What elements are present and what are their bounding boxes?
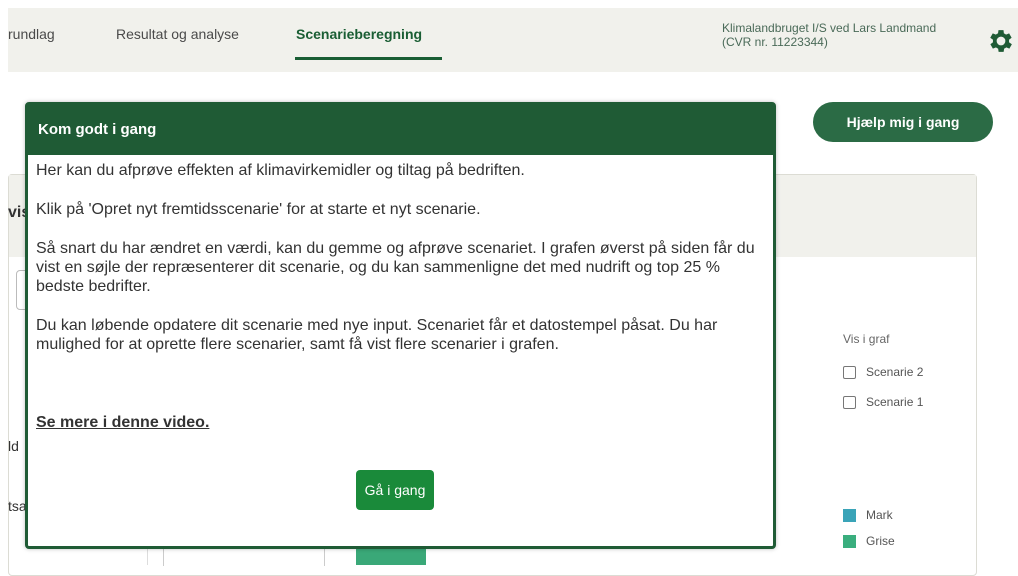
help-me-start-button[interactable]: Hjælp mig i gang: [813, 102, 993, 142]
legend-swatch: [843, 508, 856, 522]
checkbox-scenarie-1[interactable]: Scenarie 1: [843, 395, 923, 409]
tab-resultat-og-analyse[interactable]: Resultat og analyse: [116, 26, 239, 42]
checkbox-label: Scenarie 2: [866, 365, 924, 379]
dialog-paragraph: Du kan løbende opdatere dit scenarie med…: [36, 317, 718, 353]
dialog-paragraph: Så snart du har ændret en værdi, kan du …: [36, 240, 755, 295]
active-tab-indicator: [295, 57, 442, 60]
gear-icon[interactable]: [986, 26, 1016, 56]
company-cvr: (CVR nr. 11223344): [722, 35, 828, 49]
checkbox-icon[interactable]: [843, 365, 856, 379]
tab-scenarieberegning[interactable]: Scenarieberegning: [296, 26, 422, 42]
company-name: Klimalandbruget I/S ved Lars Landmand: [722, 21, 937, 35]
video-link[interactable]: Se mere i denne video.: [36, 414, 209, 432]
tab-grundlag[interactable]: rundlag: [8, 26, 55, 42]
legend-swatch: [843, 534, 856, 548]
bg-label-fragment-tsa: tsa: [8, 498, 27, 514]
dialog-body: Her kan du afprøve effekten af klimavirk…: [36, 161, 766, 374]
legend-item-mark: Mark: [843, 508, 893, 522]
company-info: Klimalandbruget I/S ved Lars Landmand (C…: [722, 21, 936, 49]
get-started-dialog: Kom godt i gang Her kan du afprøve effek…: [25, 102, 776, 549]
checkbox-icon[interactable]: [843, 395, 856, 409]
legend-label: Grise: [866, 534, 895, 548]
get-started-button[interactable]: Gå i gang: [356, 470, 434, 510]
legend-item-grise: Grise: [843, 534, 895, 548]
dialog-title: Kom godt i gang: [28, 105, 773, 155]
dialog-paragraph: Her kan du afprøve effekten af klimavirk…: [36, 162, 525, 179]
checkbox-label: Scenarie 1: [866, 395, 924, 409]
dialog-paragraph: Klik på 'Opret nyt fremtidsscenarie' for…: [36, 201, 481, 218]
graph-visibility-label: Vis i graf: [843, 332, 890, 346]
checkbox-scenarie-2[interactable]: Scenarie 2: [843, 365, 923, 379]
bg-label-fragment-ld: ld: [8, 438, 19, 454]
legend-label: Mark: [866, 508, 893, 522]
